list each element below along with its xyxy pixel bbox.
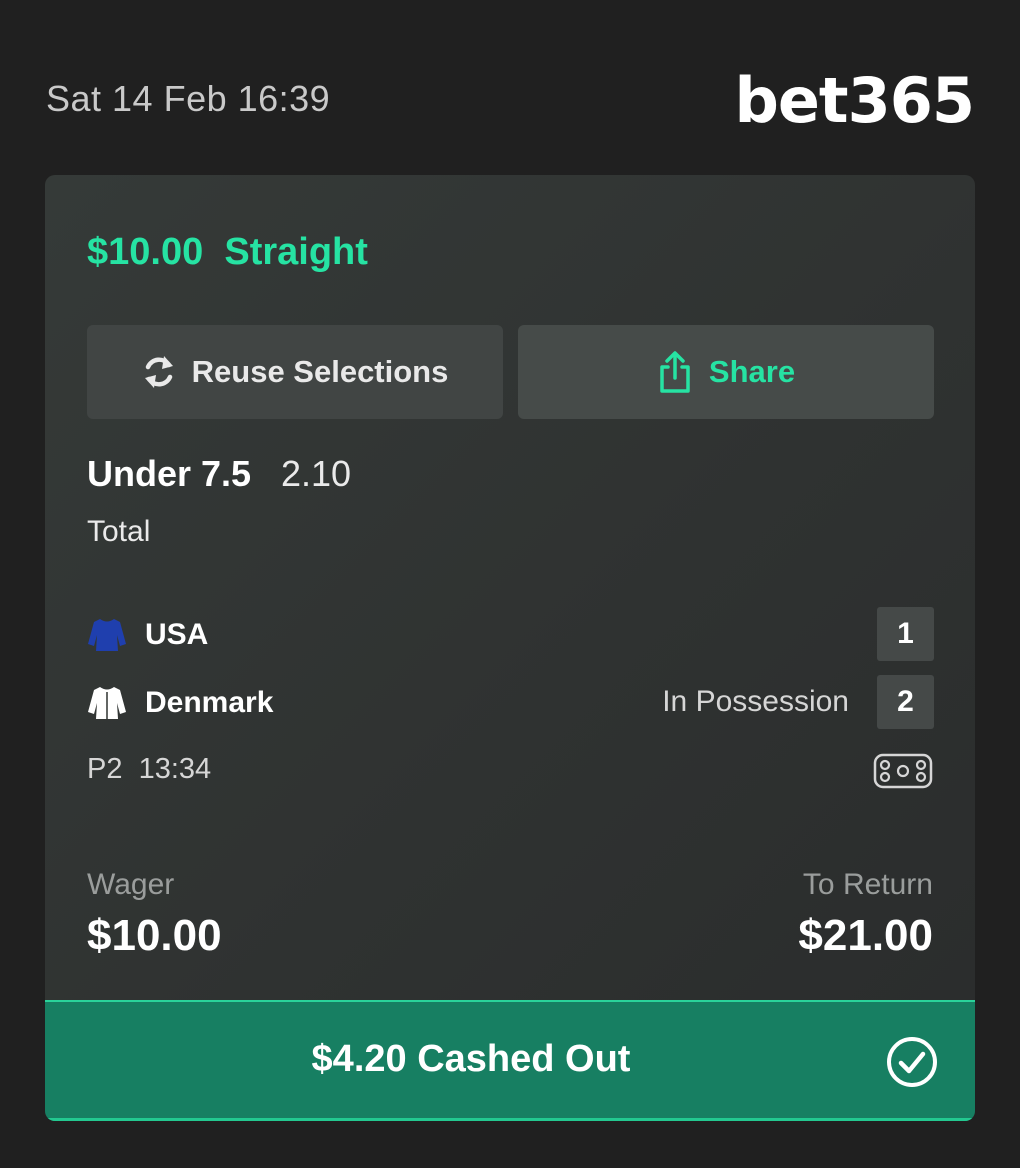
cashout-amount: $4.20 xyxy=(311,1038,407,1080)
team-name-usa: USA xyxy=(145,618,209,651)
wager-value: $10.00 xyxy=(87,911,222,960)
clock-time: 13:34 xyxy=(138,753,212,785)
cashout-label: Cashed Out xyxy=(417,1038,631,1080)
bet-title: $10.00 Straight xyxy=(87,231,368,274)
to-return-value: $21.00 xyxy=(798,911,933,960)
share-icon xyxy=(660,351,690,393)
hockey-rink-icon[interactable] xyxy=(873,753,933,789)
bet365-logo: bet365 xyxy=(734,64,975,137)
cashout-text: $4.20 Cashed Out xyxy=(45,1038,897,1081)
possession-indicator: In Possession xyxy=(662,685,849,718)
game-clock: P2 13:34 xyxy=(87,753,211,786)
score-usa: 1 xyxy=(877,607,934,661)
jersey-icon xyxy=(88,687,126,719)
refresh-icon xyxy=(144,356,173,388)
selection-odds: 2.10 xyxy=(281,453,352,494)
header: Sat 14 Feb 16:39 bet365 xyxy=(0,0,1020,170)
bet-card: $10.00 Straight Reuse Selections Share U… xyxy=(45,175,975,1121)
reuse-selections-button[interactable]: Reuse Selections xyxy=(87,325,503,419)
check-circle-icon xyxy=(887,1037,937,1087)
cashed-out-bar: $4.20 Cashed Out xyxy=(45,1000,975,1121)
market-name: Total xyxy=(87,515,151,548)
team-row-denmark: Denmark xyxy=(87,675,273,731)
period-label: P2 xyxy=(87,753,123,785)
share-label: Share xyxy=(708,354,796,389)
team-row-usa: USA xyxy=(87,607,208,663)
stake-amount: $10.00 xyxy=(87,231,204,273)
selection-name: Under 7.5 xyxy=(87,453,252,494)
bet-type: Straight xyxy=(224,231,368,273)
wager-label: Wager xyxy=(87,868,175,901)
team-name-denmark: Denmark xyxy=(145,686,274,719)
share-button[interactable]: Share xyxy=(518,325,934,419)
score-denmark: 2 xyxy=(877,675,934,729)
timestamp: Sat 14 Feb 16:39 xyxy=(46,78,331,119)
jersey-icon xyxy=(88,619,126,651)
to-return-label: To Return xyxy=(802,868,933,901)
reuse-selections-label: Reuse Selections xyxy=(191,354,449,389)
